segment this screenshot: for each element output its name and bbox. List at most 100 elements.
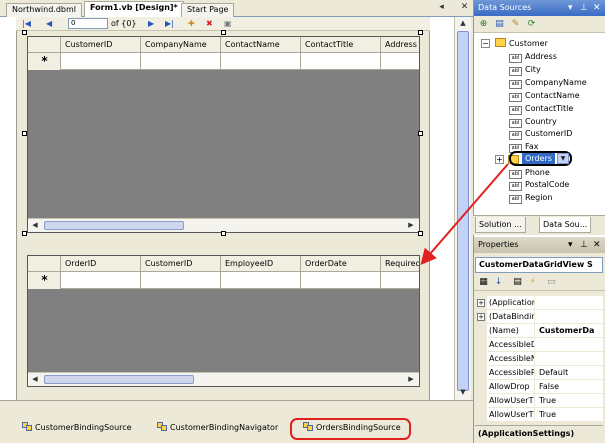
column-header[interactable]: Address bbox=[381, 37, 419, 53]
orders-data-grid-view[interactable]: OrderID CustomerID EmployeeID OrderDate … bbox=[27, 255, 420, 387]
column-header[interactable]: CustomerID bbox=[141, 256, 221, 272]
grid-cell[interactable] bbox=[141, 272, 221, 289]
property-row[interactable]: AccessibleN bbox=[475, 352, 603, 366]
tree-item-field[interactable]: abl Address bbox=[509, 51, 557, 63]
grid-cell[interactable] bbox=[301, 53, 381, 70]
edit-dataset-icon[interactable]: ▤ bbox=[494, 19, 505, 30]
property-row[interactable]: + (Application bbox=[475, 296, 603, 310]
property-value[interactable] bbox=[537, 296, 603, 310]
resize-handle[interactable] bbox=[221, 30, 226, 35]
column-header[interactable]: CompanyName bbox=[141, 37, 221, 53]
grid-cell[interactable] bbox=[61, 272, 141, 289]
column-header[interactable]: ContactName bbox=[221, 37, 301, 53]
expand-icon[interactable]: + bbox=[477, 313, 485, 321]
close-icon[interactable]: ✕ bbox=[593, 237, 601, 253]
alphabetical-icon[interactable]: ↓ bbox=[493, 277, 504, 288]
resize-handle[interactable] bbox=[418, 30, 423, 35]
property-row[interactable]: AccessibleD bbox=[475, 338, 603, 352]
properties-icon[interactable]: ▤ bbox=[512, 277, 523, 288]
move-last-icon[interactable]: ▶| bbox=[165, 18, 174, 29]
horizontal-scrollbar[interactable]: ◀ ▶ bbox=[28, 218, 419, 232]
tab-start-page[interactable]: Start Page bbox=[181, 3, 235, 17]
grid-cell[interactable] bbox=[301, 272, 381, 289]
grid-cell[interactable] bbox=[381, 53, 419, 70]
property-row[interactable]: + (DataBindin bbox=[475, 310, 603, 324]
chevron-down-icon[interactable]: ▼ bbox=[557, 153, 569, 164]
delete-icon[interactable]: ✖ bbox=[206, 18, 213, 29]
add-data-source-icon[interactable]: ⊕ bbox=[478, 19, 489, 30]
scroll-thumb[interactable] bbox=[457, 31, 469, 391]
property-value[interactable]: True bbox=[537, 408, 603, 422]
scroll-down-icon[interactable]: ▼ bbox=[457, 387, 469, 398]
tree-item-field[interactable]: abl PostalCode bbox=[509, 179, 569, 191]
tray-item-customer-binding-navigator[interactable]: CustomerBindingNavigator bbox=[157, 422, 278, 434]
customer-data-grid-view[interactable]: CustomerID CompanyName ContactName Conta… bbox=[27, 36, 420, 233]
scroll-right-icon[interactable]: ▶ bbox=[405, 220, 417, 231]
tab-data-sources[interactable]: Data Sou... bbox=[539, 217, 592, 233]
property-value[interactable] bbox=[537, 338, 603, 352]
add-new-icon[interactable]: ✚ bbox=[188, 18, 195, 29]
column-header[interactable]: OrderDate bbox=[301, 256, 381, 272]
move-next-icon[interactable]: ▶ bbox=[148, 18, 154, 29]
object-selector[interactable]: CustomerDataGridView S bbox=[475, 257, 603, 273]
grid-cell[interactable] bbox=[141, 53, 221, 70]
tab-scroll-icon[interactable]: ◂ bbox=[436, 2, 447, 13]
close-icon[interactable]: ✕ bbox=[593, 0, 601, 16]
property-row[interactable]: AllowDrop False bbox=[475, 380, 603, 394]
binding-navigator[interactable]: |◀ ◀ 0 of {0} ▶ ▶| ✚ ✖ ▣ bbox=[16, 17, 430, 31]
property-value[interactable]: False bbox=[537, 380, 603, 394]
tab-northwind-dbml[interactable]: Northwind.dbml bbox=[6, 3, 83, 17]
tree-item-field[interactable]: abl Region bbox=[509, 192, 552, 204]
save-icon[interactable]: ▣ bbox=[224, 18, 232, 29]
scroll-left-icon[interactable]: ◀ bbox=[29, 220, 41, 231]
new-row[interactable]: * bbox=[28, 272, 419, 289]
tree-item-field[interactable]: abl Phone bbox=[509, 167, 550, 179]
collapse-icon[interactable]: − bbox=[481, 39, 490, 48]
pin-icon[interactable]: ⊥ bbox=[580, 0, 588, 16]
scroll-thumb[interactable] bbox=[44, 221, 184, 230]
grid-cell[interactable] bbox=[221, 272, 301, 289]
property-value[interactable] bbox=[537, 310, 603, 324]
resize-handle[interactable] bbox=[22, 231, 27, 236]
tree-item-customer[interactable]: Customer bbox=[495, 38, 548, 50]
property-row[interactable]: (Name) CustomerDa bbox=[475, 324, 603, 338]
scroll-right-icon[interactable]: ▶ bbox=[405, 374, 417, 385]
configure-icon[interactable]: ✎ bbox=[510, 19, 521, 30]
categorized-icon[interactable]: ▦ bbox=[478, 277, 489, 288]
events-icon[interactable]: ⚡ bbox=[527, 277, 538, 288]
position-input[interactable]: 0 bbox=[68, 18, 108, 29]
column-header[interactable]: CustomerID bbox=[61, 37, 141, 53]
tree-item-field[interactable]: abl ContactName bbox=[509, 90, 580, 102]
resize-handle[interactable] bbox=[22, 131, 27, 136]
expand-icon[interactable]: + bbox=[495, 155, 504, 164]
grid-cell[interactable] bbox=[221, 53, 301, 70]
resize-handle[interactable] bbox=[22, 30, 27, 35]
property-value[interactable]: True bbox=[537, 394, 603, 408]
refresh-icon[interactable]: ⟳ bbox=[526, 19, 537, 30]
move-first-icon[interactable]: |◀ bbox=[22, 18, 31, 29]
scroll-up-icon[interactable]: ▲ bbox=[457, 18, 469, 29]
tree-item-field[interactable]: abl ContactTitle bbox=[509, 103, 573, 115]
grid-cell[interactable] bbox=[61, 53, 141, 70]
scroll-thumb[interactable] bbox=[44, 375, 194, 384]
tab-solution-explorer[interactable]: Solution ... bbox=[475, 217, 526, 233]
new-row[interactable]: * bbox=[28, 53, 419, 70]
column-header[interactable]: OrderID bbox=[61, 256, 141, 272]
tree-item-field[interactable]: abl CustomerID bbox=[509, 128, 572, 140]
tree-item-field[interactable]: abl CompanyName bbox=[509, 77, 587, 89]
resize-handle[interactable] bbox=[418, 131, 423, 136]
tab-form1-design[interactable]: Form1.vb [Design]* bbox=[84, 1, 184, 17]
designer-vertical-scrollbar[interactable]: ▲ ▼ bbox=[454, 17, 471, 400]
resize-handle[interactable] bbox=[221, 231, 226, 236]
dropdown-icon[interactable]: ▾ bbox=[568, 0, 573, 16]
scroll-left-icon[interactable]: ◀ bbox=[29, 374, 41, 385]
tree-item-field[interactable]: abl Country bbox=[509, 116, 557, 128]
property-value[interactable]: Default bbox=[537, 366, 603, 380]
expand-icon[interactable]: + bbox=[477, 299, 485, 307]
grid-cell[interactable] bbox=[381, 272, 419, 289]
property-row[interactable]: AccessibleR Default bbox=[475, 366, 603, 380]
dropdown-icon[interactable]: ▾ bbox=[568, 237, 573, 253]
column-header[interactable]: EmployeeID bbox=[221, 256, 301, 272]
resize-handle[interactable] bbox=[418, 231, 423, 236]
move-previous-icon[interactable]: ◀ bbox=[46, 18, 52, 29]
